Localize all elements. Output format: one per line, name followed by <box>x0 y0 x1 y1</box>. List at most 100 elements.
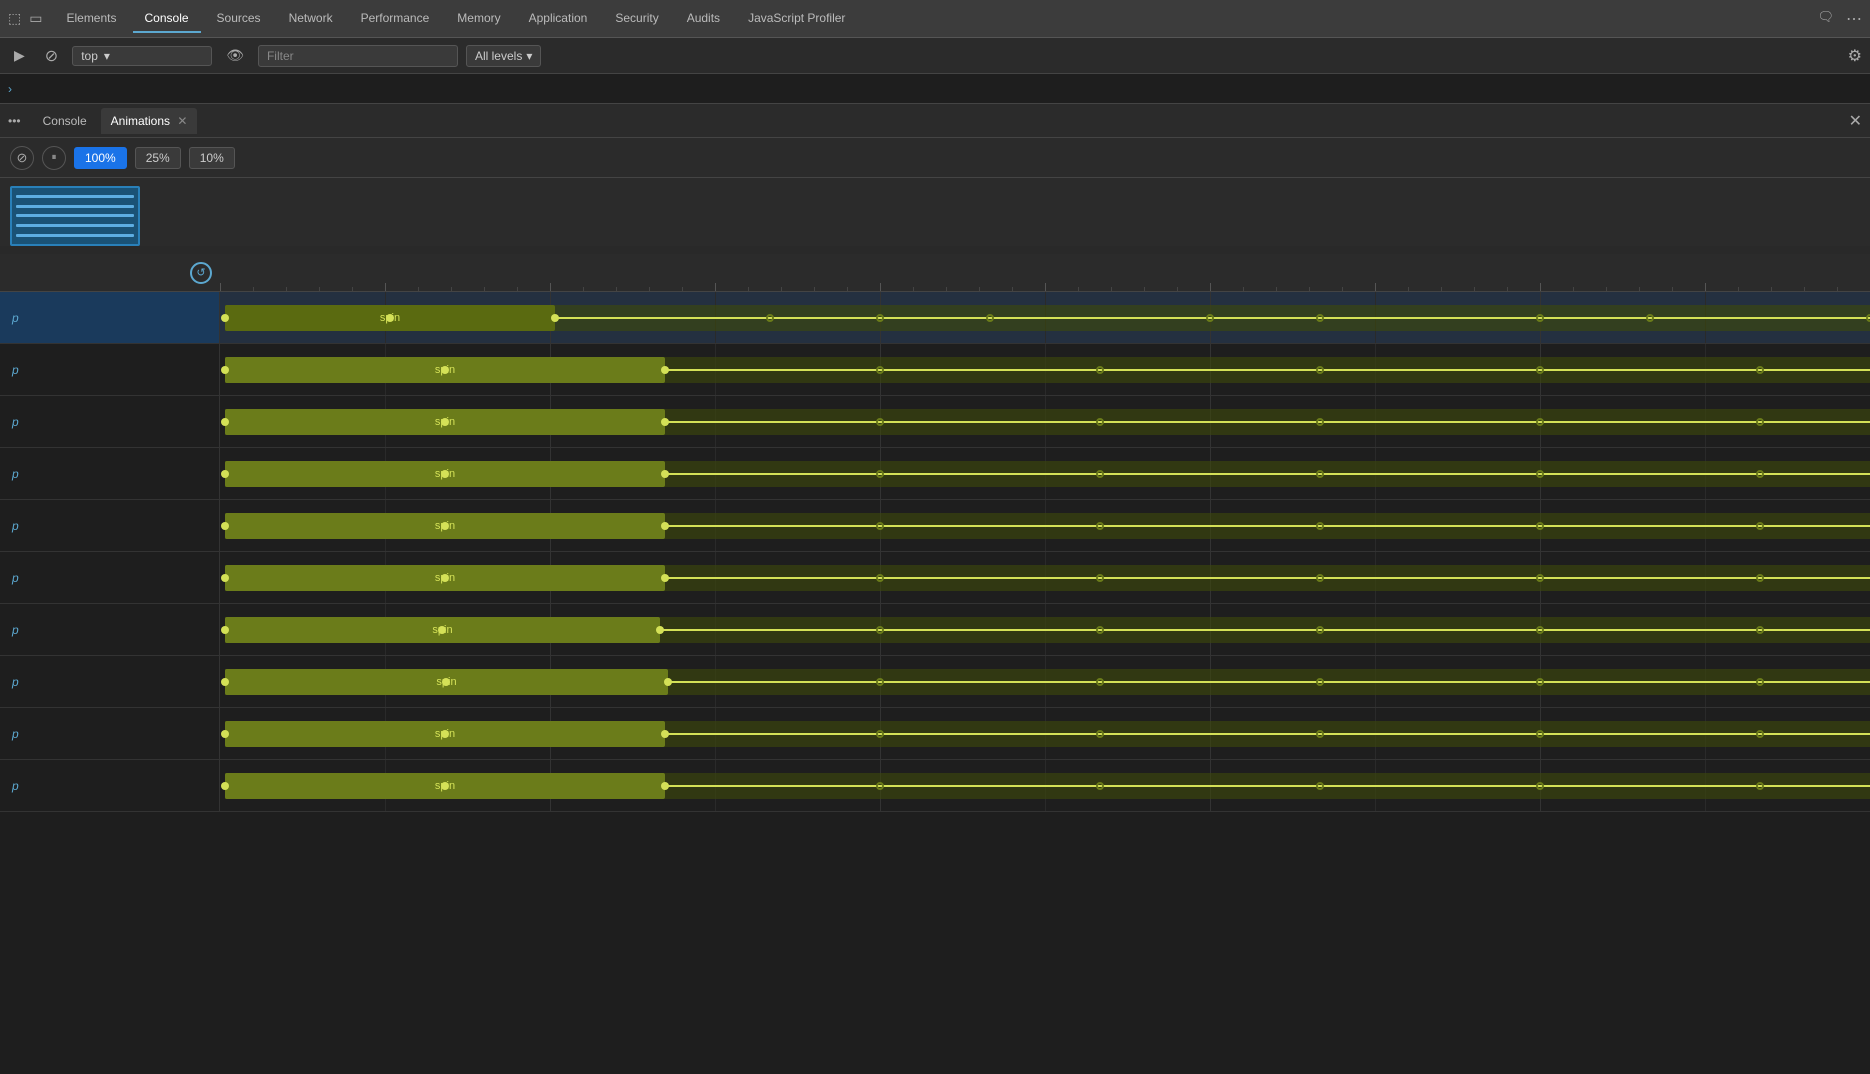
tab-js-profiler[interactable]: JavaScript Profiler <box>736 5 857 33</box>
animation-row[interactable]: pspin <box>0 500 1870 552</box>
tab-console[interactable]: Console <box>133 5 201 33</box>
keyframe-dot <box>1536 626 1544 634</box>
keyframe-dot <box>221 626 229 634</box>
animation-row[interactable]: pspin <box>0 604 1870 656</box>
preview-line-3 <box>16 214 134 217</box>
animation-row[interactable]: pspin <box>0 448 1870 500</box>
keyframe-dot <box>876 782 884 790</box>
animation-row[interactable]: pspin <box>0 760 1870 812</box>
tab-elements[interactable]: Elements <box>54 5 128 33</box>
clear-console-button[interactable]: ⊘ <box>39 42 64 70</box>
animation-row-track: spin <box>220 604 1870 655</box>
animation-row[interactable]: pspin <box>0 396 1870 448</box>
animation-row-track: spin <box>220 552 1870 603</box>
keyframe-dot <box>386 314 394 322</box>
keyframe-dot <box>1756 522 1764 530</box>
speed-controls: ⊘ ⏸ 100% 25% 10% <box>0 138 1870 178</box>
feedback-icon[interactable]: 🗨 <box>1817 9 1834 29</box>
preview-line-5 <box>16 234 134 237</box>
keyframe-dot <box>1096 470 1104 478</box>
tab-security[interactable]: Security <box>603 5 670 33</box>
tab-application[interactable]: Application <box>517 5 600 33</box>
tab-bar: ⬚ ▭ Elements Console Sources Network Per… <box>0 0 1870 38</box>
keyframe-dot <box>221 574 229 582</box>
panel-tab-animations[interactable]: Animations ✕ <box>101 108 198 134</box>
animation-row[interactable]: pspin <box>0 552 1870 604</box>
keyframe-dot <box>441 782 449 790</box>
animation-row-track: spin <box>220 760 1870 811</box>
keyframe-dot <box>221 522 229 530</box>
more-options-icon[interactable]: ⋯ <box>1846 9 1862 29</box>
keyframe-dot <box>1316 470 1324 478</box>
preview-line-2 <box>16 205 134 208</box>
tab-performance[interactable]: Performance <box>349 5 442 33</box>
keyframe-dot <box>661 418 669 426</box>
eye-icon-button[interactable]: 👁 <box>220 43 250 68</box>
stop-animation-button[interactable]: ⊘ <box>10 146 34 170</box>
pause-animation-button[interactable]: ⏸ <box>42 146 66 170</box>
keyframe-dot <box>876 418 884 426</box>
settings-button[interactable]: ⚙ <box>1848 46 1862 66</box>
keyframe-dot <box>221 418 229 426</box>
animation-row-track: spin <box>220 656 1870 707</box>
tab-network[interactable]: Network <box>277 5 345 33</box>
replay-button[interactable]: ↺ <box>190 262 212 284</box>
keyframe-dot <box>1536 730 1544 738</box>
keyframe-dot <box>441 730 449 738</box>
animation-row-label: p <box>0 708 220 759</box>
keyframe-dot <box>441 522 449 530</box>
animation-row[interactable]: pspin <box>0 656 1870 708</box>
animation-row[interactable]: pspin <box>0 708 1870 760</box>
keyframe-dot <box>1096 782 1104 790</box>
device-icon[interactable]: ▭ <box>29 10 42 27</box>
keyframe-dot <box>876 470 884 478</box>
ruler-mark: 0 <box>220 283 221 291</box>
keyframe-dot <box>876 522 884 530</box>
animation-row[interactable]: pspin <box>0 344 1870 396</box>
speed-10-button[interactable]: 10% <box>189 147 235 169</box>
keyframe-dot <box>876 366 884 374</box>
tab-audits[interactable]: Audits <box>675 5 732 33</box>
keyframe-dot <box>1316 782 1324 790</box>
keyframe-dot <box>661 366 669 374</box>
timeline-ruler: 0500 ms1.00 s1.50 s2.00 s2.50 s3.00 s3.5… <box>220 254 1870 291</box>
animation-row[interactable]: pspin <box>0 292 1870 344</box>
keyframe-dot <box>1756 782 1764 790</box>
close-panel-button[interactable]: ✕ <box>1849 111 1862 131</box>
speed-100-button[interactable]: 100% <box>74 147 127 169</box>
keyframe-dot <box>661 470 669 478</box>
keyframe-dot <box>986 314 994 322</box>
keyframe-dot <box>656 626 664 634</box>
keyframe-dot <box>1316 574 1324 582</box>
tab-bar-icons: ⬚ ▭ <box>8 10 42 27</box>
keyframe-dot <box>1316 418 1324 426</box>
context-selector[interactable]: top ▾ <box>72 46 212 66</box>
tab-memory[interactable]: Memory <box>445 5 512 33</box>
sidebar-toggle-button[interactable]: ▶ <box>8 43 31 68</box>
keyframe-dot <box>1316 366 1324 374</box>
keyframe-dot <box>1536 678 1544 686</box>
keyframe-dot <box>441 470 449 478</box>
keyframe-dot <box>1316 522 1324 530</box>
ruler-mark: 1.00 s <box>550 283 551 291</box>
keyframe-dot <box>1316 626 1324 634</box>
filter-input[interactable] <box>258 45 458 67</box>
animation-row-track: spin <box>220 500 1870 551</box>
console-input-area: › <box>0 74 1870 104</box>
animation-row-label: p <box>0 760 220 811</box>
animation-row-track: spin <box>220 708 1870 759</box>
panel-tab-console[interactable]: Console <box>33 108 97 134</box>
levels-chevron-icon: ▾ <box>526 49 532 63</box>
keyframe-dot <box>1316 678 1324 686</box>
keyframe-dot <box>664 678 672 686</box>
keyframe-dot <box>766 314 774 322</box>
panel-tab-more-icon[interactable]: ••• <box>8 114 21 128</box>
speed-25-button[interactable]: 25% <box>135 147 181 169</box>
tab-sources[interactable]: Sources <box>205 5 273 33</box>
panel-tab-close-button[interactable]: ✕ <box>177 114 187 128</box>
levels-label: All levels <box>475 49 522 63</box>
cursor-icon[interactable]: ⬚ <box>8 10 21 27</box>
keyframe-dot <box>1316 314 1324 322</box>
ruler-mark: 3.50 s <box>1375 283 1376 291</box>
levels-dropdown[interactable]: All levels ▾ <box>466 45 541 67</box>
